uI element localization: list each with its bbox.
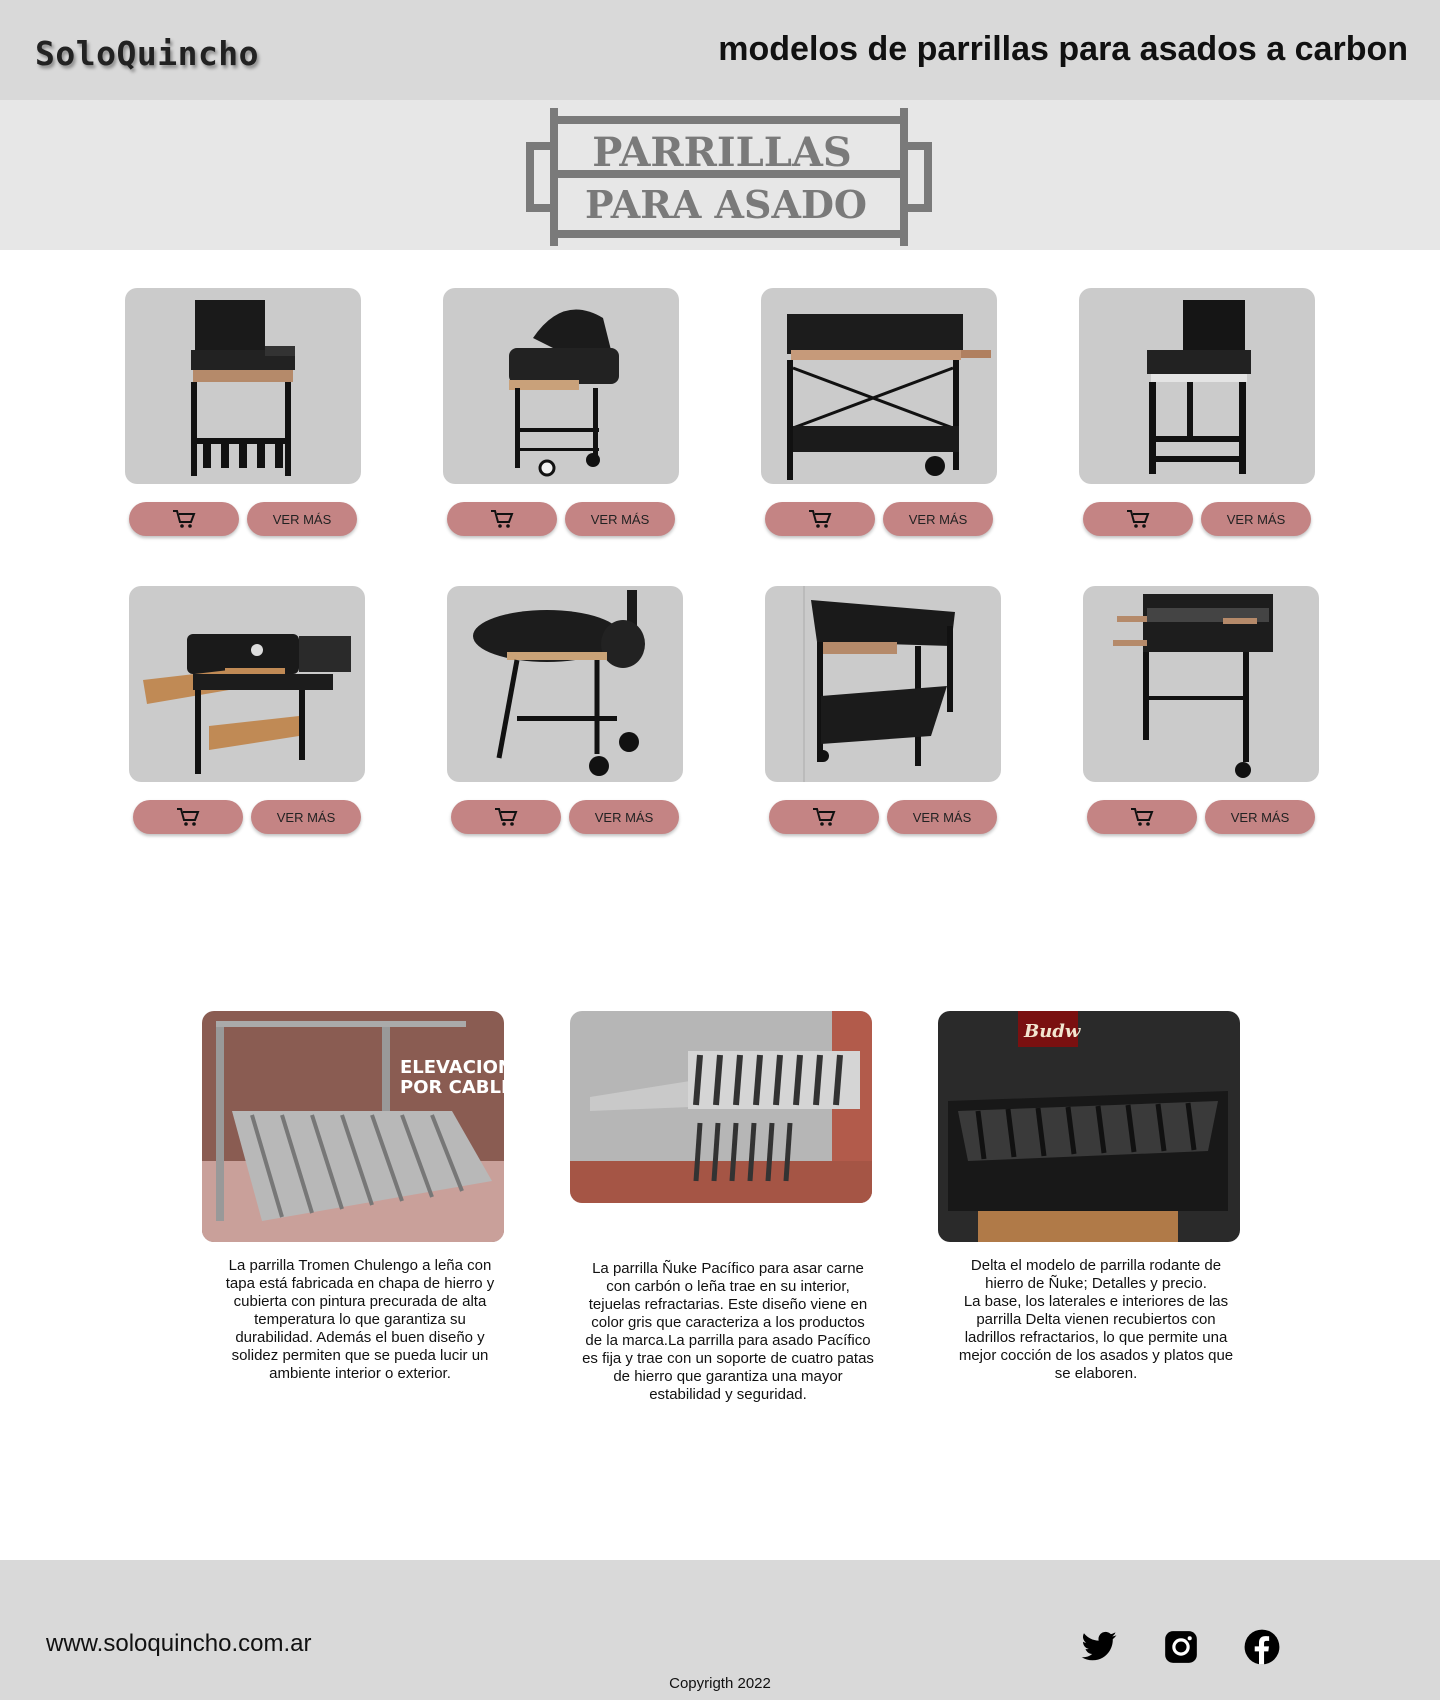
cart-icon xyxy=(809,510,832,528)
add-to-cart-button[interactable] xyxy=(133,800,243,834)
product-image-grill[interactable] xyxy=(761,288,997,484)
cart-icon xyxy=(1127,510,1150,528)
parrillas-para-asado-logo: PARRILLAS PARA ASADO xyxy=(526,108,932,246)
product-image-grill[interactable] xyxy=(1079,288,1315,484)
twitter-icon[interactable] xyxy=(1080,1628,1118,1666)
featured-photo-tromen[interactable]: ELEVACION POR CABLE xyxy=(202,1011,504,1242)
logo-line-2: PARA ASADO xyxy=(585,182,867,227)
add-to-cart-button[interactable] xyxy=(447,502,557,536)
website-link[interactable]: www.soloquincho.com.ar xyxy=(46,1630,311,1658)
featured-photo-pacifico[interactable] xyxy=(570,1011,872,1203)
featured-photo-delta[interactable]: Budw xyxy=(938,1011,1240,1242)
see-more-button[interactable]: VER MÁS xyxy=(247,502,357,536)
facebook-icon[interactable] xyxy=(1243,1628,1281,1666)
cart-icon xyxy=(177,808,200,826)
featured-description: La parrilla Tromen Chulengo a leña con t… xyxy=(225,1257,495,1382)
add-to-cart-button[interactable] xyxy=(765,502,875,536)
add-to-cart-button[interactable] xyxy=(1083,502,1193,536)
site-header: SoloQuincho modelos de parrillas para as… xyxy=(0,0,1440,100)
add-to-cart-button[interactable] xyxy=(129,502,239,536)
photo-overlay-line-2: POR CABLE xyxy=(400,1077,504,1098)
cart-icon xyxy=(495,808,518,826)
see-more-button[interactable]: VER MÁS xyxy=(251,800,361,834)
photo-overlay-line-1: ELEVACION xyxy=(400,1057,504,1078)
see-more-button[interactable]: VER MÁS xyxy=(1201,502,1311,536)
photo-overlay-text: Budw xyxy=(1023,1021,1082,1042)
product-image-grill[interactable] xyxy=(765,586,1001,782)
product-image-grill[interactable] xyxy=(125,288,361,484)
cart-icon xyxy=(491,510,514,528)
featured-description: Delta el modelo de parrilla rodante de h… xyxy=(958,1257,1234,1382)
product-image-grill[interactable] xyxy=(129,586,365,782)
see-more-button[interactable]: VER MÁS xyxy=(887,800,997,834)
logo-line-1: PARRILLAS xyxy=(592,129,852,176)
product-image-grill[interactable] xyxy=(447,586,683,782)
page-title: modelos de parrillas para asados a carbo… xyxy=(718,30,1408,68)
cart-icon xyxy=(173,510,196,528)
product-image-grill[interactable] xyxy=(443,288,679,484)
site-footer: www.soloquincho.com.ar Copyrigth 2022 xyxy=(0,1560,1440,1700)
add-to-cart-button[interactable] xyxy=(1087,800,1197,834)
brand-logo[interactable]: SoloQuincho xyxy=(35,34,259,73)
see-more-button[interactable]: VER MÁS xyxy=(565,502,675,536)
featured-description: La parrilla Ñuke Pacífico para asar carn… xyxy=(582,1260,874,1403)
add-to-cart-button[interactable] xyxy=(451,800,561,834)
product-image-grill[interactable] xyxy=(1083,586,1319,782)
cart-icon xyxy=(1131,808,1154,826)
add-to-cart-button[interactable] xyxy=(769,800,879,834)
cart-icon xyxy=(813,808,836,826)
instagram-icon[interactable] xyxy=(1162,1628,1200,1666)
copyright-text: Copyrigth 2022 xyxy=(669,1675,771,1692)
see-more-button[interactable]: VER MÁS xyxy=(569,800,679,834)
see-more-button[interactable]: VER MÁS xyxy=(883,502,993,536)
see-more-button[interactable]: VER MÁS xyxy=(1205,800,1315,834)
